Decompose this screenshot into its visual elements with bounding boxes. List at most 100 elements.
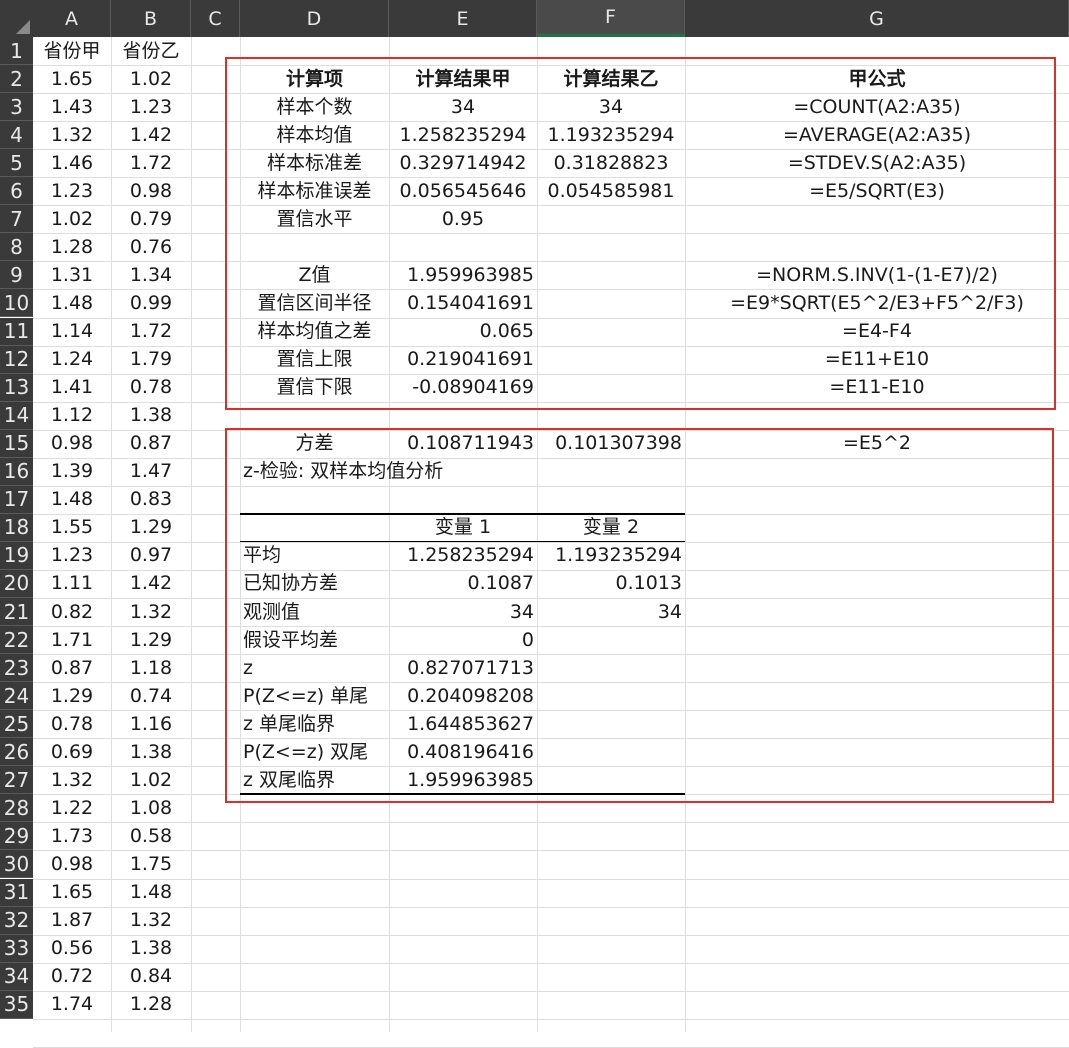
row-header-8[interactable]: 8	[0, 233, 33, 262]
row-header-27[interactable]: 27	[0, 766, 33, 795]
cell-a-value[interactable]: 1.48	[33, 485, 111, 513]
column-header-c[interactable]: C	[191, 0, 240, 37]
cell-a-value[interactable]: 1.48	[33, 289, 111, 317]
row-header-19[interactable]: 19	[0, 541, 33, 570]
row-header-17[interactable]: 17	[0, 485, 33, 514]
cell-b-value[interactable]: 0.97	[111, 541, 191, 569]
cell-a-value[interactable]: 1.24	[33, 345, 111, 373]
row-header-32[interactable]: 32	[0, 906, 33, 935]
row-header-16[interactable]: 16	[0, 457, 33, 486]
column-header-g[interactable]: G	[685, 0, 1069, 37]
cell-a-value[interactable]: 1.23	[33, 541, 111, 569]
row-header-11[interactable]: 11	[0, 317, 33, 346]
row-header-3[interactable]: 3	[0, 93, 33, 122]
cell-b-value[interactable]: 1.02	[111, 65, 191, 93]
cell-a-value[interactable]: 1.12	[33, 401, 111, 429]
cell-a-value[interactable]: 1.46	[33, 149, 111, 177]
cell-b-value[interactable]: 0.87	[111, 429, 191, 457]
cell-a-value[interactable]: 1.55	[33, 513, 111, 541]
cell-a-value[interactable]: 1.74	[33, 990, 111, 1018]
row-header-26[interactable]: 26	[0, 738, 33, 767]
cell-b-value[interactable]: 0.83	[111, 485, 191, 513]
cell-b-value[interactable]: 1.47	[111, 457, 191, 485]
cell-a-value[interactable]: 1.11	[33, 569, 111, 597]
cell-a-value[interactable]: 1.65	[33, 878, 111, 906]
row-header-5[interactable]: 5	[0, 149, 33, 178]
row-header-7[interactable]: 7	[0, 205, 33, 234]
row-header-35[interactable]: 35	[0, 990, 33, 1019]
row-header-9[interactable]: 9	[0, 261, 33, 290]
cell-b-value[interactable]: 0.79	[111, 205, 191, 233]
row-header-2[interactable]: 2	[0, 65, 33, 94]
cell-b-value[interactable]: 1.29	[111, 513, 191, 541]
row-header-31[interactable]: 31	[0, 878, 33, 907]
select-all-corner[interactable]	[0, 0, 34, 37]
cell-b-value[interactable]: 1.38	[111, 401, 191, 429]
cell-a-value[interactable]: 1.43	[33, 93, 111, 121]
cell-a-value[interactable]: 0.72	[33, 962, 111, 990]
cell-a-value[interactable]: 1.32	[33, 766, 111, 794]
cell-b-value[interactable]: 0.98	[111, 177, 191, 205]
row-header-25[interactable]: 25	[0, 710, 33, 739]
cell-b-value[interactable]: 0.74	[111, 682, 191, 710]
cell-b1-header[interactable]: 省份乙	[111, 37, 191, 65]
row-header-20[interactable]: 20	[0, 569, 33, 598]
cell-b-value[interactable]: 1.29	[111, 626, 191, 654]
cell-a-value[interactable]: 1.28	[33, 233, 111, 261]
cell-a-value[interactable]: 1.71	[33, 626, 111, 654]
column-header-e[interactable]: E	[389, 0, 537, 37]
cell-b-value[interactable]: 1.42	[111, 121, 191, 149]
cell-b-value[interactable]: 1.08	[111, 794, 191, 822]
cell-a-value[interactable]: 1.73	[33, 822, 111, 850]
cell-a-value[interactable]: 1.14	[33, 317, 111, 345]
cell-b-value[interactable]: 0.76	[111, 233, 191, 261]
row-header-22[interactable]: 22	[0, 626, 33, 655]
cell-b-value[interactable]: 1.28	[111, 990, 191, 1018]
cell-a-value[interactable]: 1.39	[33, 457, 111, 485]
row-header-23[interactable]: 23	[0, 654, 33, 683]
cell-b-value[interactable]: 0.78	[111, 373, 191, 401]
row-header-13[interactable]: 13	[0, 373, 33, 402]
cell-a-value[interactable]: 0.78	[33, 710, 111, 738]
cell-b-value[interactable]: 1.02	[111, 766, 191, 794]
cell-a-value[interactable]: 1.22	[33, 794, 111, 822]
cell-b-value[interactable]: 0.84	[111, 962, 191, 990]
cell-b-value[interactable]: 1.42	[111, 569, 191, 597]
row-header-33[interactable]: 33	[0, 934, 33, 963]
cell-a-value[interactable]: 0.69	[33, 738, 111, 766]
cell-a-value[interactable]: 1.29	[33, 682, 111, 710]
column-header-f[interactable]: F	[537, 0, 685, 37]
row-header-14[interactable]: 14	[0, 401, 33, 430]
cell-b-value[interactable]: 1.23	[111, 93, 191, 121]
cell-b-value[interactable]: 1.79	[111, 345, 191, 373]
cell-b-value[interactable]: 1.16	[111, 710, 191, 738]
column-header-d[interactable]: D	[240, 0, 389, 37]
row-header-6[interactable]: 6	[0, 177, 33, 206]
row-header-30[interactable]: 30	[0, 850, 33, 879]
row-header-12[interactable]: 12	[0, 345, 33, 374]
spreadsheet-grid[interactable]: A B C D E F G 1 2 3 4 5 6 7 8 9 10 11 12 13 14 15 16 17 18 19 20 21…	[0, 0, 1069, 1048]
cell-a-value[interactable]: 1.41	[33, 373, 111, 401]
row-header-24[interactable]: 24	[0, 682, 33, 711]
row-header-28[interactable]: 28	[0, 794, 33, 823]
cell-b-value[interactable]: 1.72	[111, 149, 191, 177]
cell-b-value[interactable]: 0.99	[111, 289, 191, 317]
cell-b-value[interactable]: 1.32	[111, 906, 191, 934]
column-header-a[interactable]: A	[33, 0, 111, 37]
column-header-b[interactable]: B	[111, 0, 191, 37]
cell-a-value[interactable]: 1.23	[33, 177, 111, 205]
cell-a-value[interactable]: 0.98	[33, 429, 111, 457]
row-header-34[interactable]: 34	[0, 962, 33, 991]
cell-a-value[interactable]: 0.87	[33, 654, 111, 682]
row-header-15[interactable]: 15	[0, 429, 33, 458]
cell-b-value[interactable]: 1.38	[111, 738, 191, 766]
cell-b-value[interactable]: 1.38	[111, 934, 191, 962]
row-header-29[interactable]: 29	[0, 822, 33, 851]
cell-b-value[interactable]: 1.34	[111, 261, 191, 289]
cell-b-value[interactable]: 1.32	[111, 598, 191, 626]
row-header-1[interactable]: 1	[0, 37, 33, 66]
row-header-4[interactable]: 4	[0, 121, 33, 150]
cell-b-value[interactable]: 0.58	[111, 822, 191, 850]
cell-b-value[interactable]: 1.18	[111, 654, 191, 682]
cell-a-value[interactable]: 1.65	[33, 65, 111, 93]
